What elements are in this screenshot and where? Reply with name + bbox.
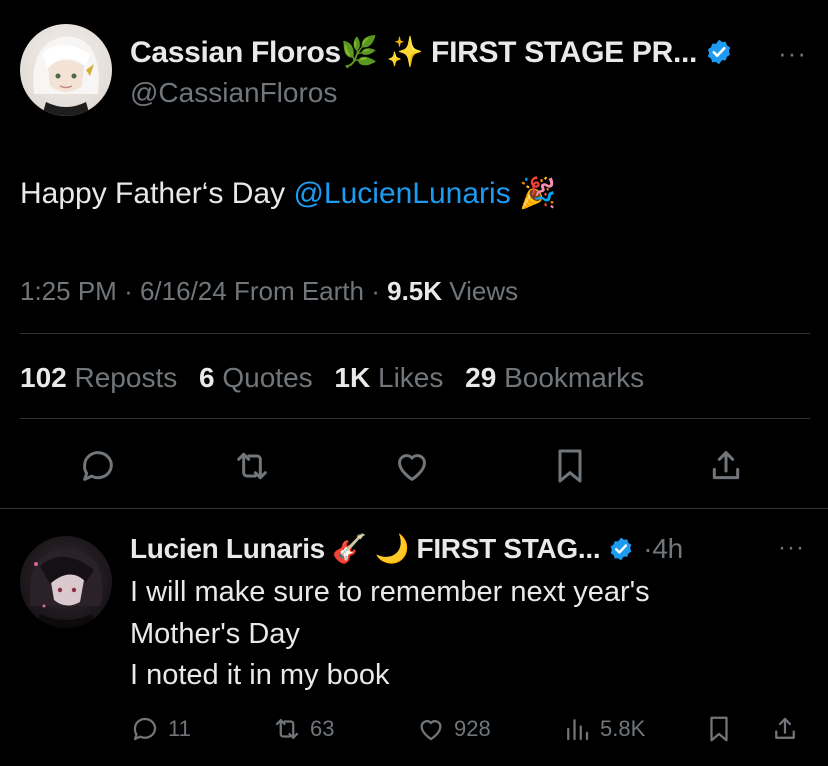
divider (0, 508, 828, 509)
share-icon (775, 717, 795, 739)
quotes-stat[interactable]: 6 Quotes (199, 362, 313, 393)
divider (20, 418, 810, 419)
likes-stat[interactable]: 1K Likes (334, 362, 443, 393)
reply-author-name[interactable]: Lucien Lunaris 🎸 🌙 FIRST STAG... ·4h (130, 532, 683, 565)
bookmark-icon (710, 716, 728, 742)
reposts-stat[interactable]: 102 Reposts (20, 362, 177, 393)
meta-separator: · (371, 276, 380, 306)
reply-text-line: I will make sure to remember next year's (130, 576, 650, 608)
bookmarks-count: 29 (465, 362, 497, 393)
author-name[interactable]: Cassian Floros🌿 ✨ FIRST STAGE PR... (130, 35, 733, 70)
reply-text-line: Mother's Day (130, 618, 300, 650)
author-avatar[interactable] (20, 24, 112, 116)
tweet-source: From Earth (233, 276, 364, 306)
tweet-date[interactable]: 6/16/24 (140, 276, 227, 306)
replies-count: 11 (168, 716, 191, 741)
quotes-label: Quotes (222, 362, 313, 393)
like-heart-icon[interactable] (392, 446, 432, 486)
reposts-count: 102 (20, 362, 67, 393)
likes-label: Likes (378, 362, 444, 393)
reply-text-line: I noted it in my book (130, 659, 390, 691)
reply-share-button[interactable] (770, 712, 808, 746)
views-label: Views (449, 276, 519, 306)
repost-icon (275, 719, 299, 739)
more-options-icon[interactable]: ··· (778, 38, 807, 69)
reposts-label: Reposts (74, 362, 178, 393)
reply-bookmark-button[interactable] (704, 712, 742, 746)
views-count: 9.5K (387, 276, 443, 306)
views-count: 5.8K (600, 716, 646, 741)
quotes-count: 6 (199, 362, 215, 393)
reply-replies-button[interactable]: 11 (130, 712, 191, 746)
mention-link[interactable]: @LucienLunaris (293, 177, 510, 210)
reply-author-name-text: Lucien Lunaris 🎸 🌙 FIRST STAG... (130, 533, 601, 564)
bookmarks-stat[interactable]: 29 Bookmarks (465, 362, 644, 393)
reply-time-separator: · (643, 533, 653, 564)
reply-icon (133, 717, 157, 741)
tweet-time[interactable]: 1:25 PM (20, 276, 117, 306)
reply-more-options-icon[interactable]: ··· (778, 534, 805, 562)
bookmark-icon[interactable] (550, 446, 590, 486)
reply-author-avatar[interactable] (20, 536, 112, 628)
reposts-count: 63 (310, 716, 335, 741)
bookmarks-label: Bookmarks (504, 362, 645, 393)
reply-views-button[interactable]: 5.8K (562, 712, 645, 746)
author-name-text: Cassian Floros🌿 ✨ FIRST STAGE PR... (130, 36, 698, 69)
reply-likes-button[interactable]: 928 (416, 712, 491, 746)
verified-badge-icon (608, 536, 636, 564)
likes-count: 1K (334, 362, 371, 393)
reply-reposts-button[interactable]: 63 (272, 712, 334, 746)
engagement-stats: 102 Reposts 6 Quotes 1K Likes 29 Bookmar… (20, 362, 644, 394)
likes-count: 928 (454, 716, 491, 741)
share-icon[interactable] (706, 446, 746, 486)
divider (20, 333, 810, 334)
tweet-text-body: Happy Father‘s Day (20, 177, 294, 210)
reply-icon[interactable] (78, 446, 118, 486)
like-heart-icon (420, 720, 442, 741)
meta-separator: · (124, 276, 133, 306)
repost-icon[interactable] (232, 446, 272, 486)
tweet-metadata: 1:25 PM · 6/16/24 From Earth · 9.5K View… (20, 276, 518, 307)
author-handle[interactable]: @CassianFloros (130, 77, 337, 109)
views-bar-chart-icon (567, 719, 589, 741)
tweet-text: Happy Father‘s Day @LucienLunaris 🎉 (20, 176, 556, 211)
verified-badge-icon (705, 38, 733, 66)
reply-time[interactable]: 4h (652, 533, 683, 564)
party-popper-emoji: 🎉 (519, 177, 557, 210)
